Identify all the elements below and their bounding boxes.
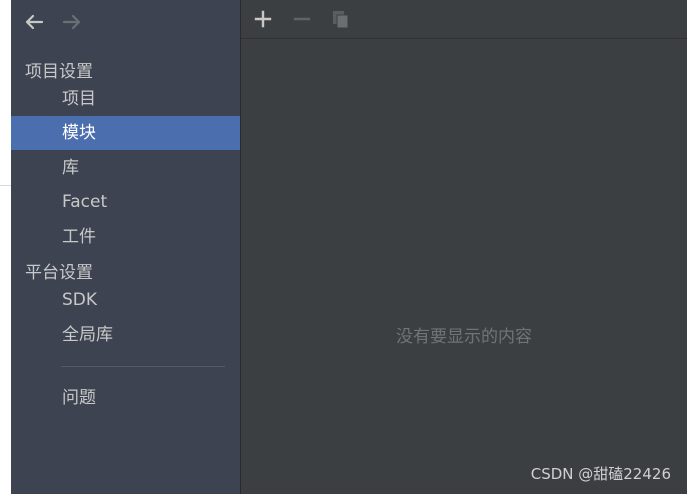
forward-button[interactable] [61, 10, 83, 34]
sidebar-item-modules[interactable]: 模块 [11, 116, 240, 150]
sidebar-item-project[interactable]: 项目 [11, 82, 240, 116]
back-button[interactable] [23, 10, 45, 34]
minus-icon [293, 17, 311, 21]
nav-arrows [23, 10, 83, 34]
sidebar-item-facet[interactable]: Facet [11, 185, 240, 219]
arrow-right-icon [62, 14, 81, 30]
empty-state-text: 没有要显示的内容 [396, 327, 532, 347]
arrow-left-icon [25, 14, 44, 30]
plus-icon [254, 10, 272, 28]
sidebar-item-artifacts[interactable]: 工件 [11, 220, 240, 254]
toolbar [241, 0, 687, 39]
watermark: CSDN @甜磕22426 [530, 465, 671, 483]
sidebar-divider [61, 366, 225, 367]
background-window-edge [0, 0, 11, 494]
copy-button[interactable] [330, 8, 352, 30]
background-divider [0, 185, 11, 186]
sidebar-item-sdk[interactable]: SDK [11, 283, 240, 317]
sidebar-item-problems[interactable]: 问题 [11, 381, 240, 415]
main-panel: 没有要显示的内容 CSDN @甜磕22426 [241, 0, 687, 494]
sidebar-item-libraries[interactable]: 库 [11, 151, 240, 185]
sidebar-item-global-libraries[interactable]: 全局库 [11, 318, 240, 352]
add-button[interactable] [252, 8, 274, 30]
sidebar: 项目设置 项目 模块 库 Facet 工件 平台设置 SDK 全局库 问题 [11, 0, 241, 494]
section-title-project-settings: 项目设置 [25, 62, 93, 82]
section-title-platform-settings: 平台设置 [25, 263, 93, 283]
remove-button[interactable] [291, 8, 313, 30]
copy-icon [333, 11, 349, 29]
project-structure-dialog: 项目设置 项目 模块 库 Facet 工件 平台设置 SDK 全局库 问题 没有… [0, 0, 687, 494]
